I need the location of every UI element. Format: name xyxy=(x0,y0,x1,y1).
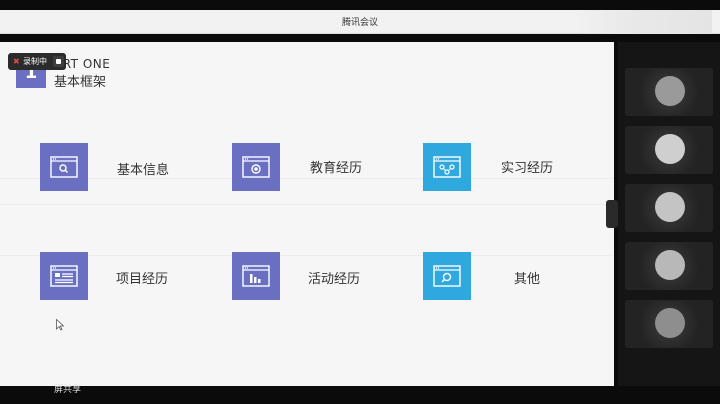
tile-other[interactable] xyxy=(423,252,471,300)
participant-sidebar xyxy=(618,42,720,386)
tile-label-projects: 项目经历 xyxy=(116,272,169,287)
screen-share-label: 屏共享 xyxy=(54,385,82,395)
tile-projects[interactable] xyxy=(40,252,88,300)
record-dot-icon: ✖ xyxy=(13,57,20,66)
tile-label-other: 其他 xyxy=(514,272,541,287)
mouse-cursor-icon xyxy=(56,319,64,331)
tile-activities[interactable] xyxy=(232,252,280,300)
divider xyxy=(0,178,614,179)
divider xyxy=(0,255,614,256)
record-window-icon xyxy=(242,156,270,178)
tile-label-activities: 活动经历 xyxy=(308,272,361,287)
document-window-icon xyxy=(50,265,78,287)
participant-video[interactable] xyxy=(625,242,713,290)
participant-video[interactable] xyxy=(625,300,713,348)
divider xyxy=(0,204,614,205)
recording-label: 录制中 xyxy=(23,57,47,66)
tile-label-basic-info: 基本信息 xyxy=(117,163,170,178)
section-title: 基本框架 xyxy=(54,75,107,90)
tile-internship[interactable] xyxy=(423,143,471,191)
titlebar-controls[interactable] xyxy=(572,10,712,34)
stop-icon xyxy=(56,59,61,64)
tile-education[interactable] xyxy=(232,143,280,191)
stop-recording-button[interactable] xyxy=(53,56,64,67)
sidebar-collapse-handle[interactable] xyxy=(606,200,618,228)
tile-label-internship: 实习经历 xyxy=(501,161,554,176)
network-window-icon xyxy=(433,156,461,178)
participant-video[interactable] xyxy=(625,184,713,232)
screen-share-bar[interactable]: 屏共享 xyxy=(0,380,110,396)
window-titlebar: 腾讯会议 xyxy=(0,10,720,34)
search-window-icon xyxy=(50,156,78,178)
search-window-icon xyxy=(433,265,461,287)
tile-label-education: 教育经历 xyxy=(310,161,363,176)
shared-slide xyxy=(0,42,614,386)
chart-window-icon xyxy=(242,265,270,287)
recording-indicator[interactable]: ✖ 录制中 xyxy=(8,53,66,70)
participant-video[interactable] xyxy=(625,126,713,174)
participant-video[interactable] xyxy=(625,68,713,116)
tile-basic-info[interactable] xyxy=(40,143,88,191)
